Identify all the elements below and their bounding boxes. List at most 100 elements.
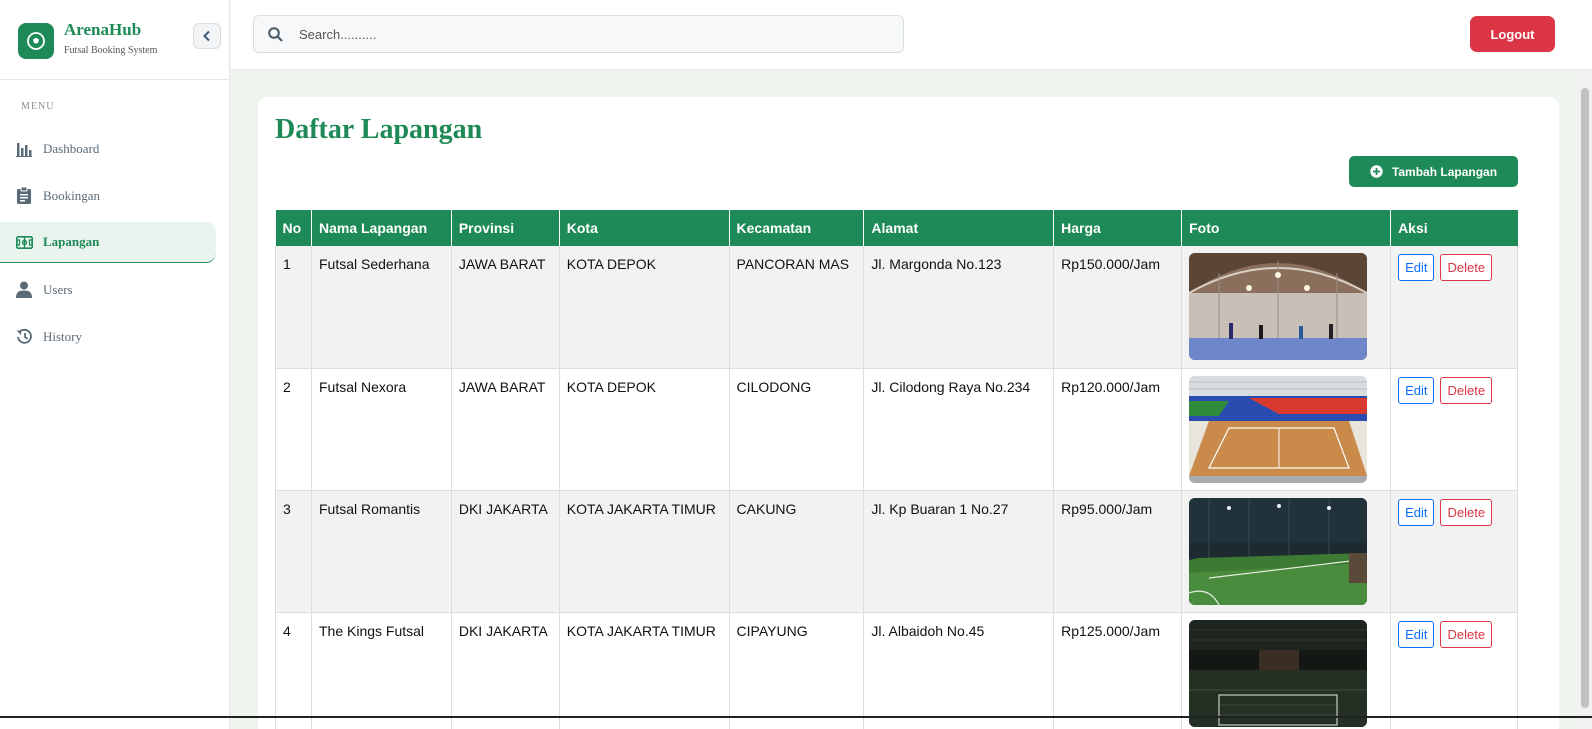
brand-subtitle: Futsal Booking System: [64, 45, 158, 56]
topbar: Logout: [231, 0, 1592, 70]
cell-aksi: Edit Delete: [1390, 612, 1518, 729]
add-lapangan-label: Tambah Lapangan: [1391, 164, 1498, 179]
menu-label: MENU: [21, 101, 55, 112]
edit-button[interactable]: Edit: [1398, 254, 1435, 281]
bar-chart-icon: [15, 140, 33, 158]
user-icon: [15, 281, 33, 299]
sidebar-item-label: History: [43, 328, 82, 344]
table-row: 4 The Kings Futsal DKI JAKARTA KOTA JAKA…: [275, 612, 1518, 729]
edit-button[interactable]: Edit: [1398, 620, 1435, 648]
search-icon: [268, 26, 283, 42]
cell-kecamatan: CIPAYUNG: [729, 612, 865, 729]
column-header-kecamatan: Kecamatan: [729, 210, 865, 246]
cell-nama: The Kings Futsal: [311, 612, 452, 729]
brand-name: ArenaHub: [64, 20, 142, 39]
indoor-hall-photo: [1189, 253, 1368, 360]
cell-no: 4: [275, 612, 312, 729]
cell-harga: Rp150.000/Jam: [1053, 246, 1183, 369]
column-header-nama: Nama Lapangan: [311, 210, 452, 246]
sidebar-item-label: Dashboard: [43, 140, 100, 156]
cell-foto: [1181, 246, 1392, 369]
grass-field-photo: [1189, 497, 1368, 605]
cell-provinsi: JAWA BARAT: [451, 368, 560, 491]
dark-field-photo: [1189, 619, 1368, 727]
page-scrollbar[interactable]: [1578, 70, 1592, 729]
delete-button[interactable]: Delete: [1440, 498, 1493, 526]
table-row: 2 Futsal Nexora JAWA BARAT KOTA DEPOK CI…: [275, 368, 1518, 491]
cell-foto: [1181, 368, 1392, 491]
cell-aksi: Edit Delete: [1390, 490, 1518, 613]
cell-kota: KOTA JAKARTA TIMUR: [559, 490, 730, 613]
delete-button[interactable]: Delete: [1440, 254, 1493, 281]
window-bottom-edge: [0, 716, 1592, 718]
delete-button[interactable]: Delete: [1440, 620, 1493, 648]
cell-aksi: Edit Delete: [1390, 246, 1518, 369]
cell-aksi: Edit Delete: [1390, 368, 1518, 491]
sidebar-item-lapangan[interactable]: Lapangan: [0, 222, 216, 263]
plus-circle-icon: [1370, 165, 1383, 178]
page-title: Daftar Lapangan: [275, 114, 483, 145]
table-row: 3 Futsal Romantis DKI JAKARTA KOTA JAKAR…: [275, 490, 1518, 613]
logout-button[interactable]: Logout: [1470, 16, 1555, 52]
cell-alamat: Jl. Kp Buaran 1 No.27: [863, 490, 1055, 613]
scrollbar-thumb[interactable]: [1581, 88, 1589, 708]
cell-nama: Futsal Romantis: [311, 490, 452, 613]
sidebar-item-users[interactable]: Users: [0, 269, 216, 310]
sidebar-item-dashboard[interactable]: Dashboard: [0, 128, 216, 169]
cell-kota: KOTA JAKARTA TIMUR: [559, 612, 730, 729]
edit-button[interactable]: Edit: [1398, 498, 1435, 526]
add-lapangan-button[interactable]: Tambah Lapangan: [1349, 156, 1518, 187]
sidebar-nav: Dashboard Bookingan Lapangan Users Histo…: [0, 128, 230, 363]
arena-photo: [1189, 375, 1368, 483]
column-header-kota: Kota: [559, 210, 730, 246]
delete-button[interactable]: Delete: [1440, 376, 1493, 404]
sidebar: ArenaHub Futsal Booking System MENU Dash…: [0, 0, 230, 729]
sidebar-item-label: Lapangan: [43, 234, 100, 249]
column-header-provinsi: Provinsi: [451, 210, 560, 246]
chevron-left-icon: [203, 30, 210, 42]
cell-foto: [1181, 490, 1392, 613]
cell-harga: Rp125.000/Jam: [1053, 612, 1183, 729]
edit-button[interactable]: Edit: [1398, 376, 1435, 404]
column-header-foto: Foto: [1181, 210, 1392, 246]
cell-harga: Rp120.000/Jam: [1053, 368, 1183, 491]
column-header-harga: Harga: [1053, 210, 1183, 246]
cell-alamat: Jl. Cilodong Raya No.234: [863, 368, 1055, 491]
table-row: 1 Futsal Sederhana JAWA BARAT KOTA DEPOK…: [275, 246, 1518, 369]
cell-kota: KOTA DEPOK: [559, 246, 730, 369]
cell-kecamatan: CAKUNG: [729, 490, 865, 613]
cell-nama: Futsal Nexora: [311, 368, 452, 491]
search-box[interactable]: [253, 15, 904, 53]
sidebar-item-bookingan[interactable]: Bookingan: [0, 175, 216, 216]
cell-harga: Rp95.000/Jam: [1053, 490, 1183, 613]
column-header-alamat: Alamat: [863, 210, 1055, 246]
lapangan-card: Daftar Lapangan Tambah Lapangan No Nama …: [258, 97, 1559, 729]
cell-kota: KOTA DEPOK: [559, 368, 730, 491]
history-icon: [15, 328, 33, 346]
cell-provinsi: DKI JAKARTA: [451, 612, 560, 729]
table-header-row: No Nama Lapangan Provinsi Kota Kecamatan…: [275, 210, 1518, 246]
collapse-sidebar-button[interactable]: [193, 23, 221, 49]
field-icon: [15, 233, 33, 251]
sidebar-item-label: Users: [43, 281, 73, 297]
cell-nama: Futsal Sederhana: [311, 246, 452, 369]
cell-alamat: Jl. Albaidoh No.45: [863, 612, 1055, 729]
sidebar-item-history[interactable]: History: [0, 316, 216, 357]
cell-alamat: Jl. Margonda No.123: [863, 246, 1055, 369]
column-header-aksi: Aksi: [1390, 210, 1518, 246]
cell-no: 2: [275, 368, 312, 491]
cell-foto: [1181, 612, 1392, 729]
cell-kecamatan: PANCORAN MAS: [729, 246, 865, 369]
cell-provinsi: DKI JAKARTA: [451, 490, 560, 613]
brand-header: ArenaHub Futsal Booking System: [0, 0, 229, 80]
clipboard-icon: [15, 187, 33, 205]
cell-provinsi: JAWA BARAT: [451, 246, 560, 369]
cell-no: 1: [275, 246, 312, 369]
lapangan-table: No Nama Lapangan Provinsi Kota Kecamatan…: [275, 210, 1518, 729]
cell-kecamatan: CILODONG: [729, 368, 865, 491]
soccer-ball-icon: [18, 23, 54, 59]
sidebar-item-label: Bookingan: [43, 187, 101, 203]
cell-no: 3: [275, 490, 312, 613]
search-input[interactable]: [299, 26, 859, 42]
column-header-no: No: [275, 210, 312, 246]
